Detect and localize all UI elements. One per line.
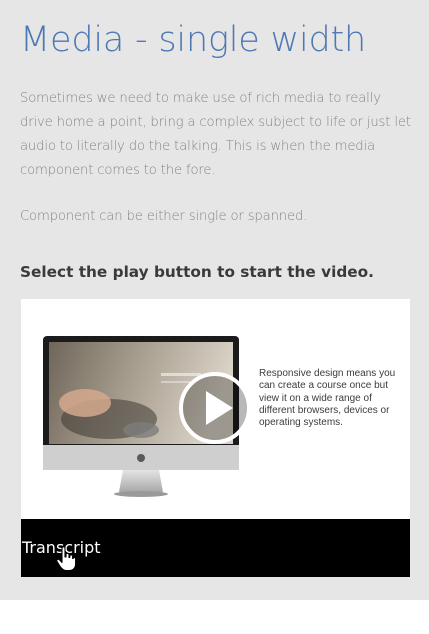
body-paragraph-variants: Component can be either single or spanne… [20, 209, 308, 224]
body-paragraph-intro: Sometimes we need to make use of rich me… [20, 91, 411, 178]
instruction-text: Select the play button to start the vide… [20, 263, 374, 281]
video-poster[interactable]: Responsive design means you can create a… [21, 299, 410, 519]
transcript-toggle[interactable]: Transcript [21, 519, 410, 577]
play-button[interactable] [177, 370, 253, 446]
video-caption-text: Responsive design means you can create a… [259, 368, 396, 429]
media-component-panel: Media - single width Sometimes we need t… [0, 0, 429, 600]
play-icon [179, 372, 251, 444]
media-player: Responsive design means you can create a… [21, 299, 410, 577]
transcript-label: Transcript [22, 538, 101, 557]
page-title: Media - single width [20, 20, 367, 60]
